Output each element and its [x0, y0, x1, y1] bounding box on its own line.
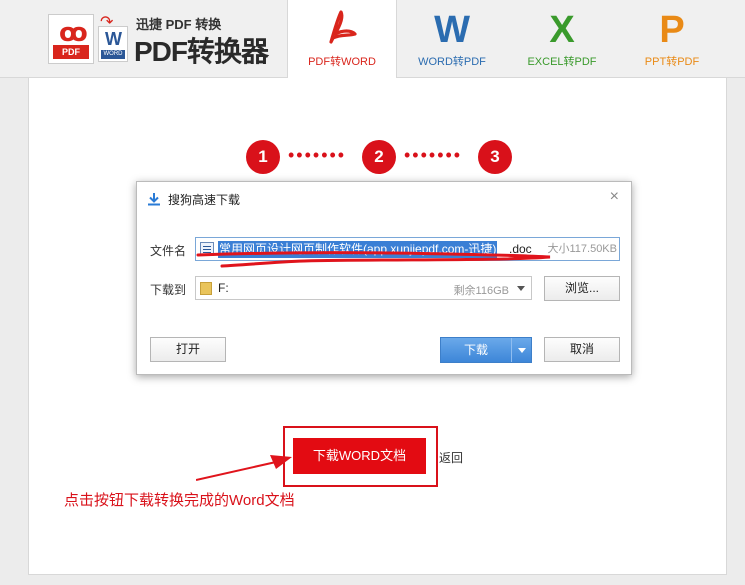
instruction-hint: 点击按钮下载转换完成的Word文档: [64, 492, 295, 509]
tab-label: WORD转PDF: [418, 56, 486, 68]
tab-pdf-to-word[interactable]: PDF转WORD: [287, 0, 397, 79]
pdf-badge: PDF: [53, 45, 89, 59]
excel-icon: X: [549, 9, 575, 51]
app-header: ꝏ PDF ↷ W WORD 迅捷 PDF 转换 PDF转换器 PDF转WORD…: [0, 0, 745, 79]
word-badge: WORD: [101, 50, 125, 59]
download-word-button[interactable]: 下载WORD文档: [293, 438, 426, 474]
close-icon[interactable]: ×: [610, 188, 619, 206]
dialog-title: 搜狗高速下载: [168, 193, 241, 207]
back-link[interactable]: 返回: [439, 449, 463, 466]
file-size: 大小117.50KB: [547, 243, 617, 255]
destination-label: 下载到: [150, 283, 187, 297]
folder-icon: [200, 282, 212, 295]
destination-select[interactable]: F: 剩余116GB: [195, 276, 532, 300]
filename-label: 文件名: [150, 244, 187, 258]
underline-annotation: [196, 251, 551, 268]
step-connector: •••••••: [404, 145, 463, 165]
step-connector: •••••••: [288, 145, 347, 165]
tab-label: EXCEL转PDF: [527, 56, 597, 68]
word-file-icon: W WORD: [98, 26, 128, 62]
ppt-icon: P: [659, 9, 685, 51]
cancel-button[interactable]: 取消: [544, 337, 620, 362]
download-button-label: 下载: [463, 343, 488, 357]
step-1: 1: [246, 140, 280, 174]
download-dialog: 搜狗高速下载 × 文件名 常用网页设计网页制作软件(app.xunjiepdf.…: [136, 181, 632, 375]
chevron-down-icon[interactable]: [511, 338, 531, 362]
step-3: 3: [478, 140, 512, 174]
tab-word-to-pdf[interactable]: W WORD转PDF: [397, 0, 507, 78]
pdf-acrobat-icon: [288, 8, 396, 58]
word-icon: W: [434, 9, 470, 51]
tab-excel-to-pdf[interactable]: X EXCEL转PDF: [507, 0, 617, 78]
browse-button[interactable]: 浏览...: [544, 276, 620, 301]
pdf-file-icon: ꝏ PDF: [48, 14, 94, 64]
tab-label: PDF转WORD: [308, 56, 376, 68]
pointer-arrow-icon: [196, 455, 292, 481]
app-logo: ꝏ PDF ↷ W WORD 迅捷 PDF 转换 PDF转换器: [48, 12, 288, 68]
step-2: 2: [362, 140, 396, 174]
chevron-down-icon: [517, 286, 525, 291]
destination-value: F:: [218, 281, 229, 295]
download-button[interactable]: 下载: [440, 337, 532, 363]
download-icon: [148, 193, 160, 206]
free-space: 剩余116GB: [453, 285, 509, 297]
tab-ppt-to-pdf[interactable]: P PPT转PDF: [617, 0, 727, 78]
tab-label: PPT转PDF: [644, 56, 700, 68]
open-button[interactable]: 打开: [150, 337, 226, 362]
logo-title: PDF转换器: [134, 36, 269, 67]
